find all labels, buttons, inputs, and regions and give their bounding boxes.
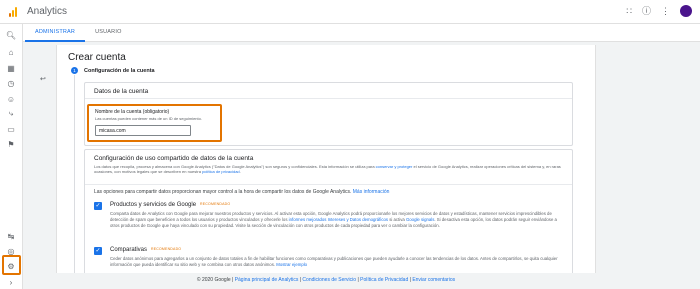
audience-icon[interactable]: ☺	[5, 93, 17, 105]
checkbox-google-products[interactable]: ✓	[94, 202, 102, 210]
option-title: Productos y servicios de Google RECOMENDA…	[110, 202, 230, 208]
show-example-link[interactable]: Mostrar ejemplo	[276, 262, 307, 267]
option-title: Comparativas RECOMENDADO	[110, 247, 181, 253]
section-title: Datos de la cuenta	[94, 88, 149, 95]
option-description: Ceder datos anónimos para agregarlos a u…	[110, 256, 560, 268]
recommended-badge: RECOMENDADO	[200, 202, 231, 207]
footer-link-home[interactable]: Página principal de Analytics	[235, 277, 299, 283]
home-icon[interactable]: ⌂	[5, 46, 17, 58]
step-label: Configuración de la cuenta	[84, 68, 155, 74]
step-number: 1	[71, 67, 78, 74]
admin-tabs: ADMINISTRAR USUARIO	[23, 24, 700, 42]
top-actions: ∷ ⓘ ⋮	[626, 5, 692, 17]
desc-text: .	[239, 169, 241, 174]
customization-icon[interactable]: ▦	[5, 62, 17, 74]
divider	[85, 184, 572, 185]
recommended-badge: RECOMENDADO	[151, 247, 182, 252]
option-title-text: Productos y servicios de Google	[110, 202, 197, 208]
option-title-text: Comparativas	[110, 247, 148, 253]
realtime-icon[interactable]: ◷	[5, 77, 17, 89]
expand-icon[interactable]: ›	[5, 276, 17, 288]
avatar[interactable]	[680, 5, 692, 17]
conversions-icon[interactable]: ⚑	[5, 138, 17, 150]
analytics-logo[interactable]	[9, 6, 17, 17]
demographics-reports-link[interactable]: informes mejorados Intereses y Datos dem…	[289, 217, 388, 222]
behavior-icon[interactable]: ▭	[5, 123, 17, 135]
search-icon[interactable]: 🔍︎	[5, 29, 17, 41]
desc-text: Ceder datos anónimos para agregarlos a u…	[110, 256, 558, 267]
section-title: Configuración de uso compartido de datos…	[94, 155, 254, 162]
attribution-icon[interactable]: ↹	[5, 230, 17, 242]
app-title: Analytics	[27, 6, 68, 17]
account-name-hint: Las cuentas pueden contener más de un ID…	[95, 116, 202, 121]
checkbox-benchmarking[interactable]: ✓	[94, 247, 102, 255]
sharing-intro: Las opciones para compartir datos propor…	[94, 189, 389, 195]
learn-more-link[interactable]: Más información	[353, 189, 390, 195]
account-name-input[interactable]: micasa.com	[95, 125, 191, 136]
intro-text: Las opciones para compartir datos propor…	[94, 189, 353, 195]
apps-icon[interactable]: ∷	[626, 5, 632, 17]
divider	[85, 98, 572, 99]
tab-administrar[interactable]: ADMINISTRAR	[25, 24, 86, 42]
left-nav: 🔍︎ ⌂ ▦ ◷ ☺ ⤷ ▭ ⚑ ↹ ◎ ⚙ ›	[0, 24, 23, 289]
protect-link[interactable]: conservar y proteger	[376, 164, 413, 169]
privacy-policy-link[interactable]: política de privacidad	[202, 169, 240, 174]
account-name-label: Nombre de la cuenta (obligatorio)	[95, 109, 170, 115]
settings-highlight	[2, 255, 21, 275]
help-icon[interactable]: ⓘ	[642, 5, 651, 17]
more-vert-icon[interactable]: ⋮	[661, 5, 670, 17]
option-description: Comparta datos de Analytics con Google p…	[110, 211, 560, 229]
tab-usuario[interactable]: USUARIO	[85, 24, 131, 42]
account-name-highlight: Nombre de la cuenta (obligatorio) Las cu…	[87, 104, 222, 142]
page-title: Crear cuenta	[68, 52, 126, 63]
copyright: © 2020 Google	[196, 277, 231, 283]
step-line	[74, 75, 75, 273]
acquisition-icon[interactable]: ⤷	[5, 108, 17, 120]
back-arrow-icon[interactable]: ↩	[40, 75, 52, 85]
data-sharing-section: Configuración de uso compartido de datos…	[84, 149, 573, 273]
create-account-panel: Crear cuenta 1 Configuración de la cuent…	[56, 45, 596, 273]
footer-link-terms[interactable]: Condiciones de Servicio	[302, 277, 356, 283]
account-data-section: Datos de la cuenta Nombre de la cuenta (…	[84, 82, 573, 146]
footer: © 2020 Google | Página principal de Anal…	[196, 277, 456, 283]
footer-link-privacy[interactable]: Política de Privacidad	[360, 277, 408, 283]
google-signals-link[interactable]: Google signals	[406, 217, 434, 222]
desc-text: si activa	[388, 217, 406, 222]
footer-link-feedback[interactable]: Enviar comentarios	[412, 277, 455, 283]
section-description: Los datos que recopila, procesa y almace…	[94, 164, 564, 174]
top-bar: Analytics ∷ ⓘ ⋮	[0, 0, 700, 24]
